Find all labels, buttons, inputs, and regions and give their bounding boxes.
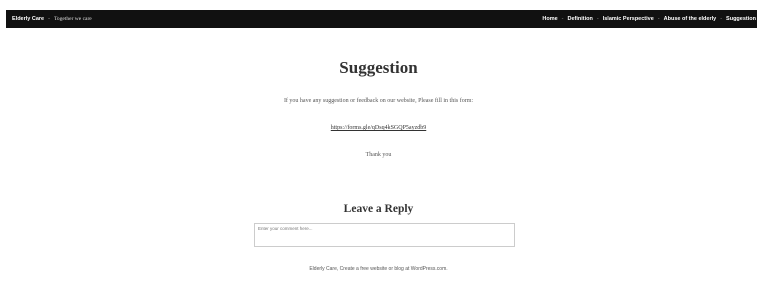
nav-separator: - xyxy=(657,16,660,22)
nav-item-abuse-of-the-elderly[interactable]: Abuse of the elderly xyxy=(664,16,717,22)
footer-credit-link[interactable]: Elderly Care, Create a free website or b… xyxy=(309,266,447,272)
main-navigation: Home - Definition - Islamic Perspective … xyxy=(542,16,757,22)
nav-item-definition[interactable]: Definition xyxy=(568,16,593,22)
leave-reply-heading: Leave a Reply xyxy=(343,203,414,215)
site-branding: Elderly Care - Together we care xyxy=(12,16,92,22)
feedback-form-link[interactable]: https://forms.gle/qDsq4kSGQP5ayzdb9 xyxy=(331,125,427,131)
form-link-paragraph: https://forms.gle/qDsq4kSGQP5ayzdb9 xyxy=(0,125,757,131)
nav-item-suggestion[interactable]: Suggestion xyxy=(726,16,756,22)
site-tagline: Together we care xyxy=(53,16,92,22)
nav-separator: - xyxy=(720,16,723,22)
brand-separator: - xyxy=(48,16,50,22)
page-title: Suggestion xyxy=(339,58,418,77)
comment-input[interactable] xyxy=(254,223,515,247)
nav-separator: - xyxy=(596,16,599,22)
nav-item-islamic-perspective[interactable]: Islamic Perspective xyxy=(603,16,654,22)
site-footer: Elderly Care, Create a free website or b… xyxy=(0,266,757,272)
intro-text: If you have any suggestion or feedback o… xyxy=(283,98,474,104)
thanks-text: Thank you xyxy=(365,152,392,158)
top-bar: Elderly Care - Together we care Home - D… xyxy=(6,10,757,28)
site-title-link[interactable]: Elderly Care xyxy=(12,16,44,22)
nav-separator: - xyxy=(561,16,564,22)
nav-item-home[interactable]: Home xyxy=(542,16,557,22)
